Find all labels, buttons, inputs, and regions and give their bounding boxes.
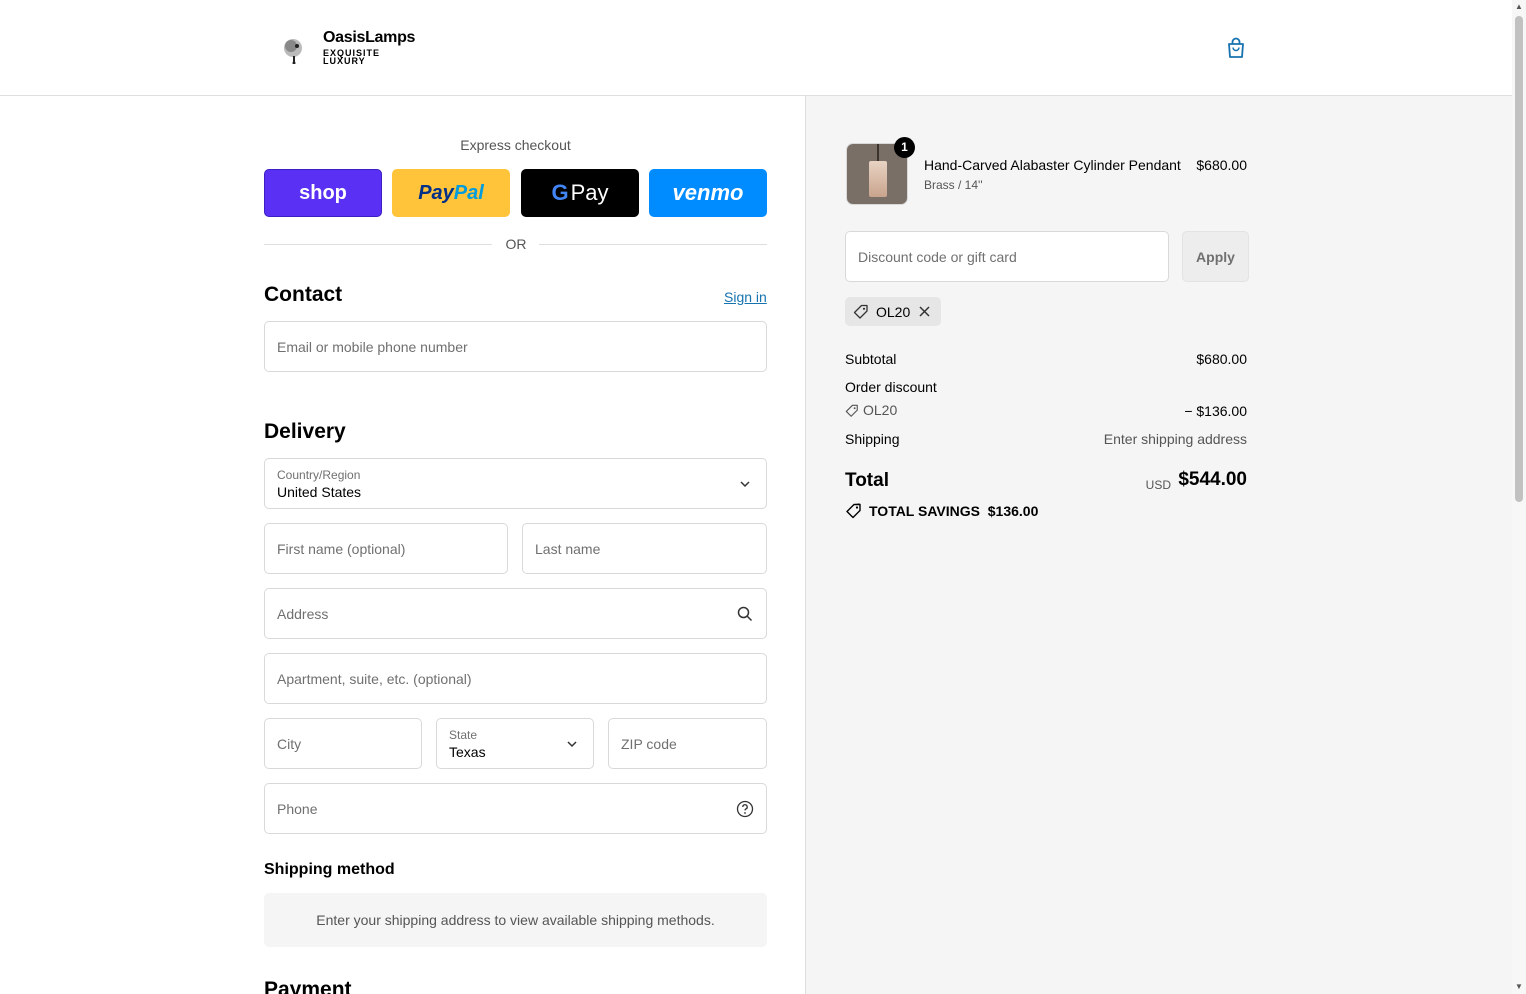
search-icon[interactable] xyxy=(736,605,754,623)
store-logo[interactable]: OasisLamps EXQUISITE LUXURY xyxy=(279,28,419,70)
shipping-method-title: Shipping method xyxy=(264,861,395,878)
currency-code: USD xyxy=(1145,478,1171,492)
zip-field[interactable]: ZIP code xyxy=(608,718,767,769)
discount-value: − $136.00 xyxy=(1184,403,1247,419)
subtotal-label: Subtotal xyxy=(845,351,897,367)
venmo-label: venmo xyxy=(672,180,744,205)
or-divider: OR xyxy=(264,236,767,254)
apartment-field[interactable]: Apartment, suite, etc. (optional) xyxy=(264,653,767,704)
shop-pay-label: shop xyxy=(299,181,347,204)
google-pay-label: Pay xyxy=(570,180,609,205)
order-discount-label: Order discount xyxy=(845,379,937,395)
discount-placeholder: Discount code or gift card xyxy=(858,249,1017,265)
tag-icon xyxy=(845,404,858,417)
shipping-value: Enter shipping address xyxy=(1103,431,1247,447)
scroll-up-arrow-icon[interactable]: ▲ xyxy=(1515,2,1523,12)
apartment-placeholder: Apartment, suite, etc. (optional) xyxy=(277,671,472,687)
city-placeholder: City xyxy=(277,736,302,752)
city-field[interactable]: City xyxy=(264,718,422,769)
google-g-icon: G xyxy=(551,180,569,205)
phone-field[interactable]: Phone xyxy=(264,783,767,834)
venmo-button[interactable]: venmo xyxy=(649,169,767,217)
scrollbar-thumb[interactable] xyxy=(1515,16,1523,502)
lamp-cord xyxy=(877,144,879,162)
subtotal-value: $680.00 xyxy=(1196,351,1247,367)
first-name-placeholder: First name (optional) xyxy=(277,541,406,557)
email-placeholder: Email or mobile phone number xyxy=(277,339,468,355)
applied-code: OL20 xyxy=(876,304,911,320)
contact-title: Contact xyxy=(264,283,343,306)
state-select[interactable]: State Texas xyxy=(436,718,594,769)
close-icon[interactable] xyxy=(918,305,931,318)
payment-title: Payment xyxy=(264,978,352,994)
applied-discount-tag: OL20 xyxy=(845,297,941,326)
lamp-logo-icon xyxy=(284,39,302,64)
tag-icon xyxy=(853,304,868,319)
sign-in-link[interactable]: Sign in xyxy=(724,289,767,305)
phone-placeholder: Phone xyxy=(277,801,318,817)
checkout-form: Express checkout shop Pay Pal G Pay venmo … xyxy=(0,96,805,994)
paypal-label-pal: Pal xyxy=(453,181,484,204)
email-field[interactable]: Email or mobile phone number xyxy=(264,321,767,372)
product-name: Hand-Carved Alabaster Cylinder Pendant xyxy=(924,157,1181,173)
or-text: OR xyxy=(505,236,527,252)
shopping-bag-icon[interactable] xyxy=(1224,36,1248,60)
quantity-badge: 1 xyxy=(894,137,915,158)
chevron-down-icon xyxy=(567,741,577,748)
divider-line-left xyxy=(264,244,492,245)
chevron-down-icon xyxy=(740,481,750,488)
paypal-button[interactable]: Pay Pal xyxy=(392,169,510,217)
product-price: $680.00 xyxy=(1196,157,1247,173)
delivery-title: Delivery xyxy=(264,420,346,443)
shop-pay-button[interactable]: shop xyxy=(264,169,382,217)
site-header: OasisLamps EXQUISITE LUXURY xyxy=(0,0,1512,96)
total-label: Total xyxy=(845,470,889,491)
savings-label: TOTAL SAVINGS xyxy=(869,503,980,519)
paypal-label-pay: Pay xyxy=(418,181,454,204)
address-field[interactable]: Address xyxy=(264,588,767,639)
product-variant: Brass / 14'' xyxy=(924,178,983,192)
divider-line-right xyxy=(539,244,767,245)
discount-code-field[interactable]: Discount code or gift card xyxy=(845,231,1169,282)
scroll-down-arrow-icon[interactable]: ▼ xyxy=(1515,982,1523,992)
shipping-method-notice: Enter your shipping address to view avai… xyxy=(264,893,767,947)
apply-discount-button[interactable]: Apply xyxy=(1182,231,1249,282)
help-icon[interactable] xyxy=(736,800,754,818)
country-select[interactable]: Country/Region United States xyxy=(264,458,767,509)
brand-name: OasisLamps xyxy=(323,29,416,46)
discount-code-row: OL20 xyxy=(845,402,897,418)
country-value: United States xyxy=(277,484,362,500)
google-pay-button[interactable]: G Pay xyxy=(521,169,639,217)
country-label: Country/Region xyxy=(277,468,361,482)
last-name-field[interactable]: Last name xyxy=(522,523,767,574)
discount-code-label: OL20 xyxy=(863,402,898,418)
last-name-placeholder: Last name xyxy=(535,541,601,557)
state-label: State xyxy=(449,728,478,742)
shipping-label: Shipping xyxy=(845,431,900,447)
address-placeholder: Address xyxy=(277,606,329,622)
total-value: $544.00 xyxy=(1178,469,1247,490)
savings-value: $136.00 xyxy=(987,503,1039,519)
savings-tag-icon xyxy=(846,503,861,519)
page-scrollbar[interactable]: ▲ ▼ xyxy=(1512,0,1526,994)
express-checkout-label: Express checkout xyxy=(460,137,571,153)
brand-tagline: EXQUISITE LUXURY xyxy=(323,48,381,66)
lamp-shade xyxy=(869,161,887,197)
zip-placeholder: ZIP code xyxy=(621,736,677,752)
order-summary: 1 Hand-Carved Alabaster Cylinder Pendant… xyxy=(805,96,1512,994)
first-name-field[interactable]: First name (optional) xyxy=(264,523,508,574)
total-savings: TOTAL SAVINGS $136.00 xyxy=(845,503,1038,519)
state-value: Texas xyxy=(449,744,486,760)
